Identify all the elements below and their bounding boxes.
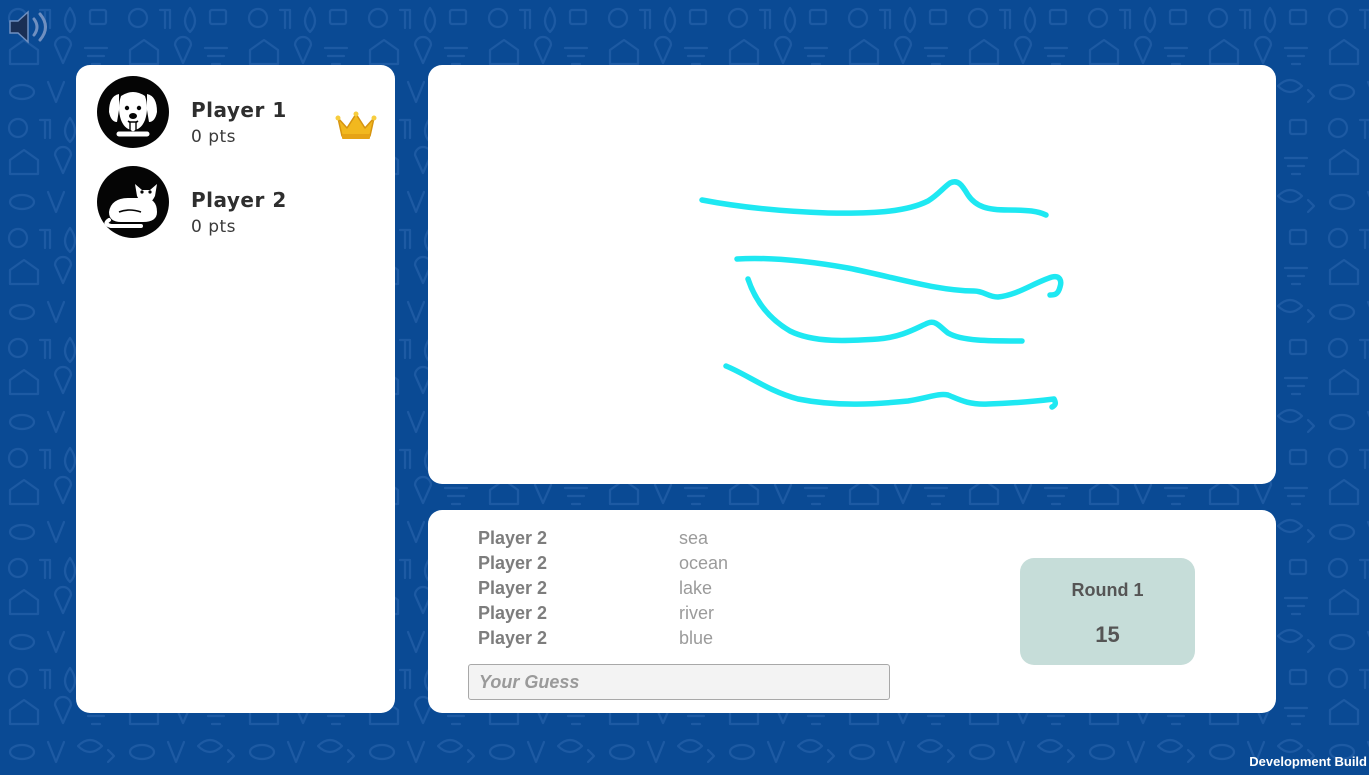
sound-toggle-button[interactable] xyxy=(6,6,54,48)
guess-player-name: Player 2 xyxy=(478,603,548,623)
guess-row: Player 2 ocean xyxy=(478,553,878,578)
guess-input[interactable] xyxy=(468,664,890,700)
round-label: Round 1 xyxy=(1071,580,1144,600)
crown-icon xyxy=(335,111,377,139)
cat-icon xyxy=(104,184,157,228)
guess-player-name: Player 2 xyxy=(478,553,548,573)
guess-row: Player 2 lake xyxy=(478,578,878,603)
round-timer: 15 xyxy=(1095,622,1120,647)
guess-word: sea xyxy=(679,528,709,548)
player-row-2: Player 2 0 pts xyxy=(97,166,387,240)
development-build-label: Development Build xyxy=(1249,754,1367,769)
player-row-1: Player 1 0 pts xyxy=(97,76,387,150)
player-2-avatar xyxy=(97,166,169,238)
guess-player-name: Player 2 xyxy=(478,628,548,648)
drawing-stroke-2 xyxy=(734,255,1064,300)
drawing-stroke-1 xyxy=(699,179,1049,218)
guess-word: ocean xyxy=(679,553,729,573)
player-2-points: 0 pts xyxy=(191,217,237,237)
guess-player-name: Player 2 xyxy=(478,528,548,548)
dog-icon xyxy=(109,92,157,137)
round-status-box: Round 1 15 xyxy=(1020,558,1195,665)
speaker-icon xyxy=(9,10,47,44)
player-2-name: Player 2 xyxy=(191,188,287,212)
drawing-canvas[interactable] xyxy=(428,65,1276,484)
player-1-avatar xyxy=(97,76,169,148)
drawing-stroke-3 xyxy=(745,276,1025,344)
guess-list: Player 2 sea Player 2 ocean Player 2 lak… xyxy=(478,528,878,653)
drawing-stroke-4 xyxy=(723,363,1059,410)
drawing-strokes xyxy=(699,179,1064,410)
player-1-name: Player 1 xyxy=(191,98,287,122)
guess-word: river xyxy=(679,603,714,623)
guess-player-name: Player 2 xyxy=(478,578,548,598)
players-panel: Player 1 0 pts Player 2 0 pts xyxy=(76,65,395,713)
guess-row: Player 2 sea xyxy=(478,528,878,553)
guess-word: blue xyxy=(679,628,714,648)
player-1-points: 0 pts xyxy=(191,127,237,147)
guess-panel: Player 2 sea Player 2 ocean Player 2 lak… xyxy=(428,510,1276,713)
guess-row: Player 2 river xyxy=(478,603,878,628)
guess-row: Player 2 blue xyxy=(478,628,878,653)
guess-word: lake xyxy=(679,578,713,598)
